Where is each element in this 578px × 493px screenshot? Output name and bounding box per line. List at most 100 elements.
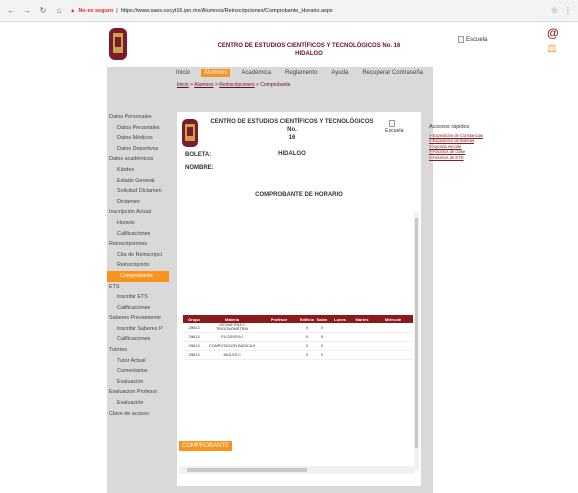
page-container: CENTRO DE ESTUDIOS CIENTÍFICOS Y TECNOLÓ… [107, 22, 433, 493]
table-cell [329, 323, 351, 333]
sidebar-section[interactable]: Evaluacion Profesor [107, 387, 169, 398]
sitemap-icon[interactable]: ⚖ [547, 42, 557, 55]
breadcrumb: Inicio > Alumnos > Reinscripciones > Com… [177, 82, 291, 88]
home-icon[interactable]: ⌂ [54, 6, 64, 16]
breadcrumb-alumnos[interactable]: Alumnos [194, 82, 213, 88]
nav-item-reglamento[interactable]: Reglamento [282, 69, 320, 77]
content-title-line2: 16 [288, 135, 296, 141]
schedule-table: Grupo Materia Profesor Edificio Salón Lunes Ma… [183, 315, 413, 360]
table-cell [259, 332, 299, 342]
menu-icon[interactable]: ⋮ [564, 6, 572, 15]
sidebar-item[interactable]: Solicitud Dictamen [107, 186, 169, 197]
email-at-icon[interactable]: @ [547, 26, 559, 40]
table-cell: X [299, 350, 315, 360]
table-cell [373, 332, 413, 342]
insecure-label: No es seguro [78, 7, 114, 14]
table-cell: FILOSOFIA I [205, 332, 259, 342]
comprobante-button[interactable]: COMPROBANTE [179, 441, 233, 451]
sidebar-item[interactable]: Evaluación [107, 398, 169, 409]
quick-access-link[interactable]: > Horarios de ETS [429, 155, 481, 160]
table-cell [373, 350, 413, 360]
table-cell: X [315, 332, 329, 342]
sidebar-item[interactable]: Datos Personales [107, 123, 169, 134]
top-nav: Inicio Alumnos Académica Reglamento Ayuda Rec… [169, 67, 433, 79]
sidebar-section[interactable]: ETS [107, 282, 169, 293]
main-content: CENTRO DE ESTUDIOS CIENTÍFICOS Y TECNOLÓ… [177, 112, 421, 486]
sidebar-item[interactable]: Evaluación [107, 377, 169, 388]
right-panel: Escuela @ ⚖ Accesos rápidos > Expedición… [429, 22, 578, 493]
column-header: Materia [205, 315, 259, 323]
header-escuela-label: Escuela [466, 36, 488, 43]
sidebar-item[interactable]: Dictamen [107, 197, 169, 208]
column-header: Martes [351, 315, 373, 323]
site-header: CENTRO DE ESTUDIOS CIENTÍFICOS Y TECNOLÓ… [107, 22, 433, 67]
sidebar-item[interactable]: Calificaciones [107, 303, 169, 314]
address-bar[interactable]: ▲ No es seguro | https://www.saes.cecyt1… [70, 4, 545, 18]
sidebar-item[interactable]: Datos Deportivos [107, 144, 169, 155]
sidebar-item[interactable]: Estado General [107, 176, 169, 187]
ipn-crest-icon [109, 28, 127, 60]
warning-icon: ▲ [70, 7, 76, 14]
sidebar-section[interactable]: Reinscripciones [107, 239, 169, 250]
nombre-label: NOMBRE: [185, 165, 214, 171]
reload-icon[interactable]: ↻ [38, 6, 48, 16]
column-header: Edificio [299, 315, 315, 323]
table-cell: GEOMETRIA Y TRIGONOMETRIA [205, 323, 259, 333]
sidebar-item[interactable]: Horario [107, 218, 169, 229]
content-title: CENTRO DE ESTUDIOS CIENTÍFICOS Y TECNOLÓ… [205, 118, 379, 158]
sidebar-item[interactable]: Calificaciones [107, 229, 169, 240]
sidebar-item[interactable]: Reinscripción [107, 260, 169, 271]
sidebar-item[interactable]: Inscribir ETS [107, 292, 169, 303]
quick-access: Accesos rápidos > Expedición de Constanc… [429, 124, 483, 160]
schedule-heading: COMPROBANTE DE HORARIO [255, 192, 343, 198]
sidebar-item[interactable]: Comentarios [107, 366, 169, 377]
breadcrumb-reinscripciones[interactable]: Reinscripciones [219, 82, 254, 88]
horizontal-scrollbar[interactable] [179, 466, 415, 474]
table-cell: X [315, 341, 329, 351]
table-cell [351, 350, 373, 360]
table-cell [351, 332, 373, 342]
content-title-line1: CENTRO DE ESTUDIOS CIENTÍFICOS Y TECNOLÓ… [210, 119, 374, 133]
forward-icon[interactable]: → [22, 6, 32, 16]
sidebar-section[interactable]: Datos Personales [107, 112, 169, 123]
url-text[interactable]: https://www.saes.cecyt16.ipn.mx/Alumnos/… [121, 8, 333, 14]
escuela-label: Escuela [385, 128, 404, 134]
table-cell: 2IM13 [183, 332, 205, 342]
sidebar-item[interactable]: Datos Médicos [107, 133, 169, 144]
sidebar-item[interactable]: Kárdex [107, 165, 169, 176]
table-row: 2IM13 COMPUTACION BASICA II X X [183, 341, 413, 351]
table-cell [351, 341, 373, 351]
nav-item-académica[interactable]: Académica [238, 69, 274, 77]
vertical-scrollbar[interactable] [414, 212, 419, 470]
sidebar-section[interactable]: Inscripción Actual [107, 207, 169, 218]
bookmark-star-icon[interactable]: ☆ [551, 6, 558, 15]
sidebar-item[interactable]: Comprobante [107, 270, 169, 282]
column-header: Grupo [183, 315, 205, 323]
table-cell: X [315, 323, 329, 333]
table-cell: 2IM13 [183, 341, 205, 351]
ipn-crest-icon [182, 119, 198, 147]
sidebar-section[interactable]: Datos académicos [107, 154, 169, 165]
table-cell: X [299, 323, 315, 333]
nav-item-alumnos[interactable]: Alumnos [201, 69, 231, 77]
sidebar-section[interactable]: Clave de acceso [107, 409, 169, 420]
sidebar-section[interactable]: Saberes Previamente [107, 313, 169, 324]
sidebar-item[interactable]: Cita de Reinscripci [107, 250, 169, 261]
nav-item-recuperar-contraseña[interactable]: Recuperar Contraseña [359, 69, 426, 77]
sidebar-item[interactable]: Calificaciones [107, 334, 169, 345]
escuela-image: Escuela [385, 120, 403, 134]
sidebar-item[interactable]: Inscribir Saberes P [107, 324, 169, 335]
table-cell [259, 323, 299, 333]
browser-toolbar: ← → ↻ ⌂ ▲ No es seguro | https://www.sae… [0, 0, 578, 22]
table-cell: INGLES II [205, 350, 259, 360]
table-cell [351, 323, 373, 333]
nav-item-inicio[interactable]: Inicio [173, 69, 193, 77]
broken-image-icon [458, 36, 464, 43]
back-icon[interactable]: ← [6, 6, 16, 16]
sidebar-item[interactable]: Tutor Actual [107, 356, 169, 367]
table-cell: COMPUTACION BASICA II [205, 341, 259, 351]
breadcrumb-inicio[interactable]: Inicio [177, 82, 189, 88]
nav-item-ayuda[interactable]: Ayuda [328, 69, 351, 77]
sidebar-section[interactable]: Tutores [107, 345, 169, 356]
boleta-label: BOLETA: [185, 152, 212, 158]
